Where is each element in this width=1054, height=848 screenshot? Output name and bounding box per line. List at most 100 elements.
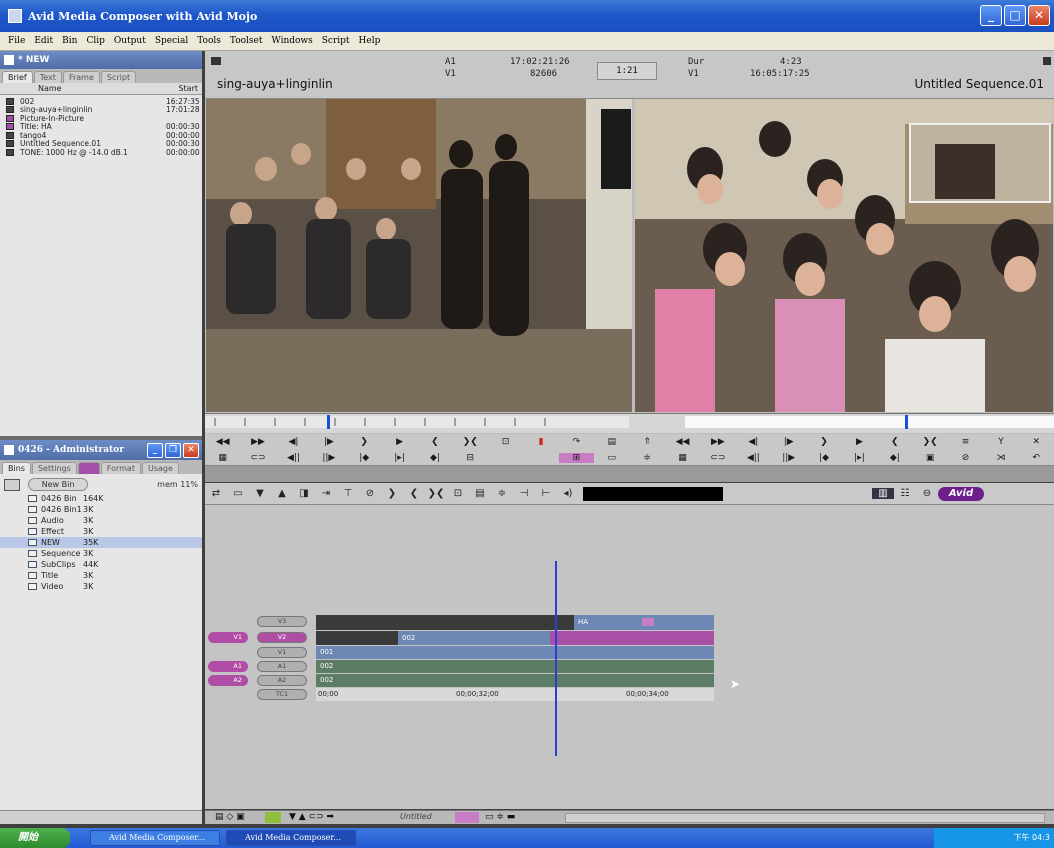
taskbar-item[interactable]: Avid Media Composer... [90, 830, 220, 846]
record-timecode[interactable]: 16:05:17:25 [750, 69, 810, 79]
list-item[interactable]: TONE: 1000 Hz @ -14.0 dB.1 00:00:00 [0, 148, 202, 157]
clear-marks-icon[interactable]: ❯❮ [453, 437, 488, 447]
tab-frame[interactable]: Frame [62, 71, 100, 83]
effect-mode-icon[interactable]: Y [983, 437, 1018, 447]
track-a2-label[interactable]: A2 [257, 675, 307, 686]
rewind-icon[interactable]: ◀◀ [205, 437, 240, 447]
close-button[interactable]: ✕ [183, 442, 199, 458]
tool-icons[interactable]: ▼ ▲ ⊂⊃ ➡ [289, 812, 334, 822]
play-in-out-icon[interactable]: |▸| [382, 453, 417, 463]
play-in-out-icon[interactable]: |▸| [842, 453, 877, 463]
link-icon[interactable]: ⊂⊃ [240, 453, 275, 463]
menu-file[interactable]: File [8, 36, 25, 46]
go-to-in-icon[interactable]: ◆| [417, 453, 452, 463]
list-item[interactable]: Title 3K [0, 570, 202, 581]
up-arrow-icon[interactable]: ▲ [271, 488, 293, 499]
maximize-button[interactable]: □ [1004, 5, 1026, 26]
prev-edit-icon[interactable]: ◀|| [276, 453, 311, 463]
clear-marks-icon[interactable]: ❯❮ [913, 437, 948, 447]
tab-usage[interactable]: Usage [141, 462, 179, 474]
sequence-name-field[interactable]: Untitled [400, 812, 432, 821]
record-position-indicator[interactable] [905, 415, 908, 429]
source-patch-v1[interactable]: V1 [208, 632, 248, 643]
mark-clip-icon[interactable]: ⊡ [447, 488, 469, 499]
view-icons[interactable]: ▭ ≑ ▬ [485, 812, 515, 822]
taskbar-item-active[interactable]: Avid Media Composer... [226, 830, 356, 846]
menu-edit[interactable]: Edit [34, 36, 53, 46]
clip-v1-001[interactable]: 001 [316, 646, 714, 659]
menu-clip[interactable]: Clip [86, 36, 104, 46]
zoom-icon[interactable]: ⊖ [916, 488, 938, 499]
mark-in-icon[interactable]: ❮ [417, 437, 452, 447]
track-v3-empty[interactable] [316, 615, 574, 630]
list-item[interactable]: Audio 3K [0, 515, 202, 526]
list-item[interactable]: tango4 00:00:00 [0, 131, 202, 140]
tab-format[interactable]: Format [100, 462, 141, 474]
subclip-icon[interactable]: ⊟ [453, 453, 488, 463]
mark-in-icon[interactable]: ❮ [877, 437, 912, 447]
mark-clip-icon[interactable]: ⊡ [488, 437, 523, 447]
list-item[interactable]: SubClips 44K [0, 559, 202, 570]
trim-icon[interactable]: ⋊ [983, 453, 1018, 463]
lift-icon[interactable]: ⇑ [630, 437, 665, 447]
link-icon[interactable]: ⊂⊃ [700, 453, 735, 463]
menu-toolset[interactable]: Toolset [230, 36, 263, 46]
project-title-bar[interactable]: 0426 - Administrator _ ❐ ✕ [0, 440, 202, 460]
tab-settings[interactable]: Settings [31, 462, 77, 474]
list-item[interactable]: 0426 Bin1 3K [0, 504, 202, 515]
list-item[interactable]: 002 16:27:35 [0, 97, 202, 106]
step-forward-icon[interactable]: |▶ [311, 437, 346, 447]
record-icon[interactable]: ▮ [523, 437, 558, 447]
menu-bin[interactable]: Bin [62, 36, 77, 46]
down-arrow-icon[interactable]: ▼ [249, 488, 271, 499]
position-indicator[interactable] [555, 561, 557, 756]
clip-title-ha[interactable]: HA [574, 615, 714, 630]
tab-bins[interactable]: Bins [2, 462, 31, 474]
play-icon[interactable]: ▶ [842, 437, 877, 447]
source-patch-a2[interactable]: A2 [208, 675, 248, 686]
next-edit-icon[interactable]: ||▶ [771, 453, 806, 463]
record-sequence-name[interactable]: Untitled Sequence.01 [914, 77, 1044, 91]
go-to-out-icon[interactable]: |◆ [347, 453, 382, 463]
close-button[interactable]: ✕ [1028, 5, 1050, 26]
frame-icon[interactable]: ▭ [594, 453, 629, 463]
clip-a1-002[interactable]: 002 [316, 660, 714, 673]
close-icon[interactable]: ✕ [1019, 437, 1054, 447]
track-color-icon[interactable] [265, 812, 281, 823]
source-position-track[interactable] [205, 416, 629, 428]
fast-forward-icon[interactable]: ▶▶ [240, 437, 275, 447]
lift-icon[interactable]: ⊤ [337, 488, 359, 499]
tab-script[interactable]: Script [100, 71, 137, 83]
match-frame-icon[interactable]: ≡ [948, 437, 983, 447]
source-timecode[interactable]: 17:02:21:26 [510, 57, 570, 67]
track-v2-label[interactable]: V2 [257, 632, 307, 643]
no-entry-icon[interactable]: ⊘ [948, 453, 983, 463]
rewind-icon[interactable]: ◀◀ [665, 437, 700, 447]
menu-windows[interactable]: Windows [271, 36, 312, 46]
source-position-indicator[interactable] [327, 415, 330, 429]
record-duration[interactable]: 4:23 [780, 57, 802, 67]
source-clip-name[interactable]: sing-auya+linginlin [217, 77, 333, 91]
tracks-icon[interactable]: ☷ [894, 488, 916, 499]
source-monitor[interactable] [206, 99, 632, 412]
gang-icon[interactable]: ▣ [913, 453, 948, 463]
list-item[interactable]: Title: HA 00:00:30 [0, 122, 202, 131]
list-item[interactable]: Sequence 3K [0, 548, 202, 559]
clip-v2-effect[interactable] [550, 631, 714, 645]
restore-button[interactable]: ❐ [165, 442, 181, 458]
next-edit-icon[interactable]: ||▶ [311, 453, 346, 463]
play-icon[interactable]: ▶ [382, 437, 417, 447]
sync-lock-icon[interactable]: ⊞ [558, 452, 595, 463]
menu-tools[interactable]: Tools [197, 36, 221, 46]
list-item[interactable]: Effect 3K [0, 526, 202, 537]
prev-edit-icon[interactable]: ◀|| [736, 453, 771, 463]
undo-icon[interactable]: ↶ [1019, 453, 1054, 463]
menu-output[interactable]: Output [114, 36, 146, 46]
tab-effects[interactable] [77, 462, 100, 474]
menu-script[interactable]: Script [322, 36, 350, 46]
timeline-view-icon[interactable]: ▥ [872, 488, 894, 499]
fast-menu-icon[interactable]: ▤ ◇ ▣ [215, 812, 245, 822]
start-button[interactable]: 開始 [0, 828, 70, 848]
timeline-scrollbar[interactable] [565, 813, 1045, 823]
source-frames[interactable]: 82606 [530, 69, 557, 79]
